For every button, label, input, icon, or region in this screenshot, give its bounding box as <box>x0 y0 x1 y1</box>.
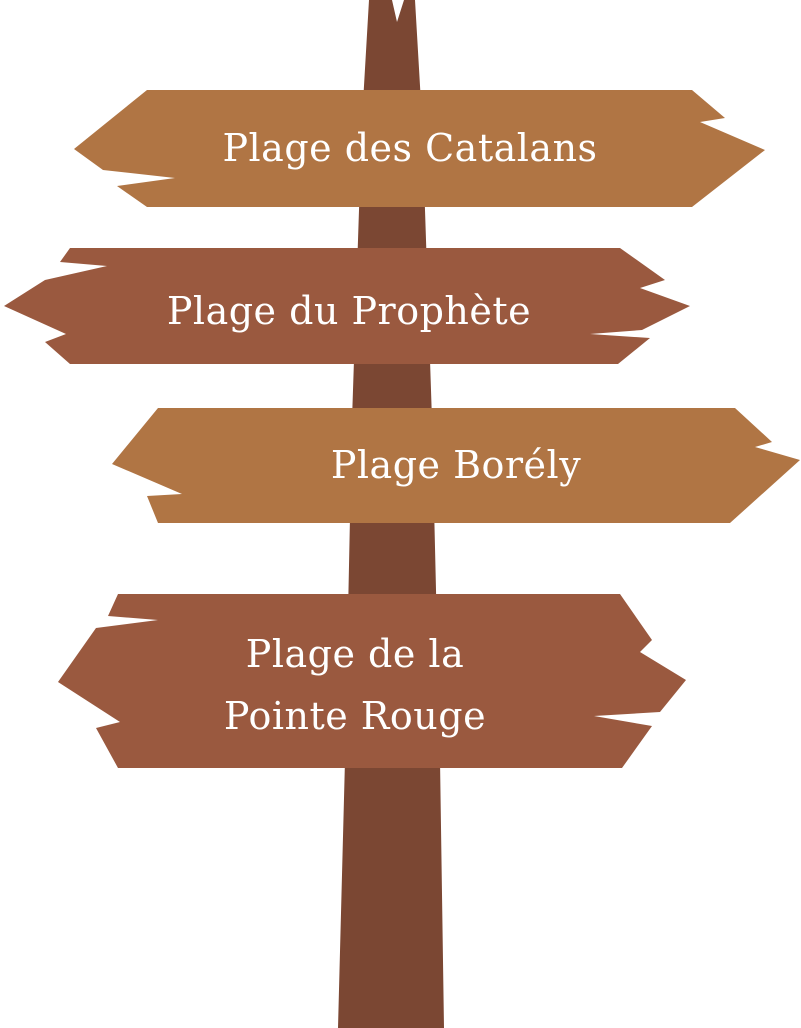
sign-label-4-line-2: Pointe Rouge <box>224 694 486 738</box>
sign-plage-de-la-pointe-rouge: Plage de la Pointe Rouge <box>58 594 686 768</box>
sign-board-4 <box>58 594 686 768</box>
signpost-illustration: Plage des Catalans Plage du Prophète Pla… <box>0 0 801 1028</box>
sign-plage-des-catalans: Plage des Catalans <box>74 90 765 207</box>
signpost-graphic: Plage des Catalans Plage du Prophète Pla… <box>4 0 800 1028</box>
sign-label-4-line-1: Plage de la <box>246 632 464 676</box>
sign-label-2: Plage du Prophète <box>167 289 531 333</box>
sign-plage-borely: Plage Borély <box>112 408 800 523</box>
sign-plage-du-prophete: Plage du Prophète <box>4 248 690 364</box>
sign-label-1: Plage des Catalans <box>222 126 597 170</box>
sign-label-3: Plage Borély <box>331 443 581 487</box>
